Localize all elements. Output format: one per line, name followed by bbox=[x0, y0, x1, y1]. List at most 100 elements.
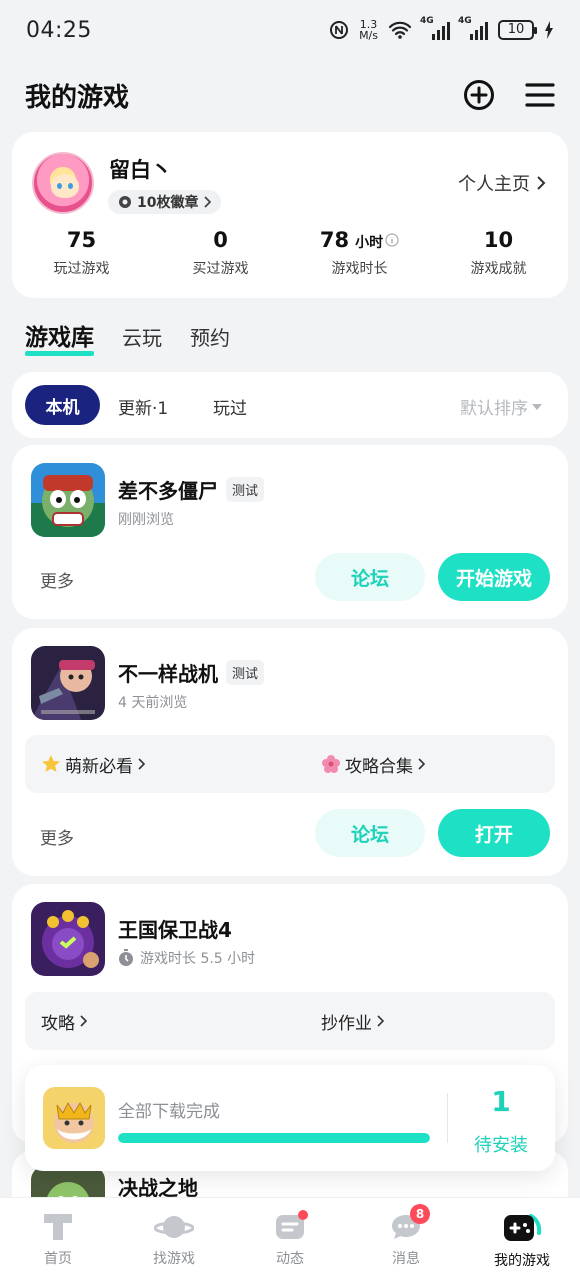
nav-feed[interactable]: 动态 bbox=[232, 1198, 348, 1280]
status-icons: 1.3 M/s 4G 4G 10 bbox=[329, 16, 554, 41]
medal-icon bbox=[119, 196, 131, 208]
game-icon[interactable] bbox=[31, 463, 105, 537]
link-label: 萌新必看 bbox=[65, 756, 133, 777]
nav-label: 找游戏 bbox=[153, 1251, 195, 1267]
open-game-button[interactable]: 打开 bbox=[438, 809, 550, 857]
message-count-badge: 8 bbox=[410, 1204, 430, 1224]
badges-button[interactable]: 10枚徽章 bbox=[108, 190, 222, 214]
network-type-1: 4G bbox=[420, 16, 434, 26]
tab-library[interactable]: 游戏库 bbox=[25, 318, 94, 356]
stat-playtime[interactable]: 78 小时 游戏时长 bbox=[290, 228, 429, 278]
stat-label: 买过游戏 bbox=[192, 261, 249, 277]
stat-value: 0 bbox=[213, 228, 228, 252]
stat-unit: 小时 bbox=[355, 235, 384, 251]
nav-label: 我的游戏 bbox=[494, 1253, 550, 1269]
network-type-2: 4G bbox=[458, 16, 472, 26]
game-subtitle-row: 游戏时长 5.5 小时 bbox=[118, 948, 255, 968]
star-icon bbox=[42, 755, 60, 772]
caret-down-icon bbox=[532, 403, 542, 410]
charging-icon bbox=[545, 21, 553, 39]
sort-dropdown[interactable]: 默认排序 bbox=[460, 394, 542, 419]
stat-bought[interactable]: 0 买过游戏 bbox=[151, 228, 290, 278]
stat-achievements[interactable]: 10 游戏成就 bbox=[429, 228, 568, 278]
nav-label: 首页 bbox=[44, 1251, 72, 1267]
stat-label: 游戏时长 bbox=[331, 261, 388, 277]
homepage-label: 个人主页 bbox=[458, 174, 530, 195]
stat-label: 玩过游戏 bbox=[53, 261, 110, 277]
forum-button[interactable]: 论坛 bbox=[315, 553, 425, 601]
nav-label: 动态 bbox=[276, 1251, 304, 1267]
stat-played[interactable]: 75 玩过游戏 bbox=[12, 228, 151, 278]
profile-stats: 75 玩过游戏 0 买过游戏 78 小时 游戏时长 10 游戏成就 bbox=[12, 228, 568, 278]
game-card: 差不多僵尸 测试 刚刚浏览 更多 论坛 开始游戏 bbox=[12, 445, 568, 619]
speed-unit: M/s bbox=[359, 29, 378, 42]
strategy-collection-link[interactable]: 攻略合集 bbox=[321, 752, 425, 777]
game-title-row: 王国保卫战4 bbox=[118, 914, 232, 943]
status-time: 04:25 bbox=[26, 17, 92, 43]
start-game-button[interactable]: 开始游戏 bbox=[438, 553, 550, 601]
status-bar: 04:25 1.3 M/s 4G 4G 10 bbox=[0, 0, 580, 60]
download-status-popup[interactable]: 全部下载完成 1 待安装 bbox=[25, 1065, 555, 1171]
game-title-row: 不一样战机 测试 bbox=[118, 658, 265, 687]
game-title[interactable]: 王国保卫战4 bbox=[118, 914, 232, 943]
nav-messages[interactable]: 8 消息 bbox=[348, 1198, 464, 1280]
stat-label: 游戏成就 bbox=[470, 261, 527, 277]
chevron-right-icon bbox=[204, 196, 212, 208]
nav-my-games[interactable]: 我的游戏 bbox=[464, 1198, 580, 1280]
copy-homework-link[interactable]: 抄作业 bbox=[321, 1009, 384, 1034]
downloaded-game-icon bbox=[43, 1087, 105, 1149]
flower-icon bbox=[322, 755, 340, 773]
game-title[interactable]: 不一样战机 bbox=[118, 658, 218, 687]
wifi-icon bbox=[388, 21, 412, 39]
test-tag: 测试 bbox=[226, 660, 265, 685]
filter-played[interactable]: 玩过 bbox=[213, 394, 247, 419]
download-progress-fill bbox=[118, 1133, 430, 1143]
profile-card: 留白丶 10枚徽章 个人主页 75 玩过游戏 0 买过游戏 78 小时 游戏时长 … bbox=[12, 132, 568, 298]
forum-button[interactable]: 论坛 bbox=[315, 809, 425, 857]
network-speed: 1.3 M/s bbox=[359, 19, 378, 41]
menu-icon[interactable] bbox=[525, 82, 555, 108]
bottom-nav: 首页 找游戏 动态 8 消息 我的游戏 bbox=[0, 1197, 580, 1280]
nfc-icon bbox=[330, 21, 349, 39]
guide-links: 萌新必看 攻略合集 bbox=[25, 735, 555, 793]
playtime-label: 游戏时长 5.5 小时 bbox=[140, 951, 256, 967]
sort-label: 默认排序 bbox=[460, 399, 528, 419]
more-button[interactable]: 更多 bbox=[40, 567, 74, 592]
more-button[interactable]: 更多 bbox=[40, 824, 74, 849]
page-header: 我的游戏 bbox=[0, 70, 580, 120]
library-tabs: 游戏库 云玩 预约 bbox=[25, 318, 230, 356]
beginner-guide-link[interactable]: 萌新必看 bbox=[41, 752, 145, 777]
page-title: 我的游戏 bbox=[25, 82, 130, 113]
strategy-link[interactable]: 攻略 bbox=[41, 1009, 87, 1034]
game-icon[interactable] bbox=[31, 646, 105, 720]
game-icon[interactable] bbox=[31, 902, 105, 976]
filter-updates[interactable]: 更新·1 bbox=[118, 394, 168, 419]
nav-discover[interactable]: 找游戏 bbox=[116, 1198, 232, 1280]
planet-icon bbox=[154, 1216, 194, 1238]
battery-icon: 10 bbox=[498, 20, 537, 40]
nav-label: 消息 bbox=[392, 1251, 420, 1267]
stat-value: 78 bbox=[319, 228, 350, 252]
pending-install-count: 1 bbox=[491, 1085, 511, 1118]
user-nickname: 留白丶 bbox=[109, 158, 172, 182]
homepage-link[interactable]: 个人主页 bbox=[458, 170, 546, 196]
test-tag: 测试 bbox=[226, 477, 265, 502]
home-icon bbox=[44, 1214, 72, 1240]
game-card: 不一样战机 测试 4 天前浏览 萌新必看 攻略合集 更多 论坛 打开 bbox=[12, 628, 568, 876]
game-title-row: 差不多僵尸 测试 bbox=[118, 475, 265, 504]
add-circle-icon[interactable] bbox=[463, 79, 495, 111]
filter-local[interactable]: 本机 bbox=[25, 385, 100, 425]
stopwatch-icon bbox=[119, 949, 133, 966]
info-icon[interactable] bbox=[385, 233, 399, 247]
game-title[interactable]: 差不多僵尸 bbox=[118, 475, 218, 504]
chevron-right-icon bbox=[418, 758, 425, 770]
game-subtitle: 刚刚浏览 bbox=[118, 512, 174, 528]
tab-reservations[interactable]: 预约 bbox=[190, 322, 230, 351]
tab-cloud-play[interactable]: 云玩 bbox=[122, 322, 162, 351]
link-label: 攻略 bbox=[41, 1013, 75, 1034]
nav-home[interactable]: 首页 bbox=[0, 1198, 116, 1280]
stat-value: 10 bbox=[483, 228, 514, 252]
download-progress-bar bbox=[118, 1133, 430, 1143]
signal-icon-1: 4G bbox=[420, 16, 450, 40]
avatar[interactable] bbox=[32, 152, 94, 214]
